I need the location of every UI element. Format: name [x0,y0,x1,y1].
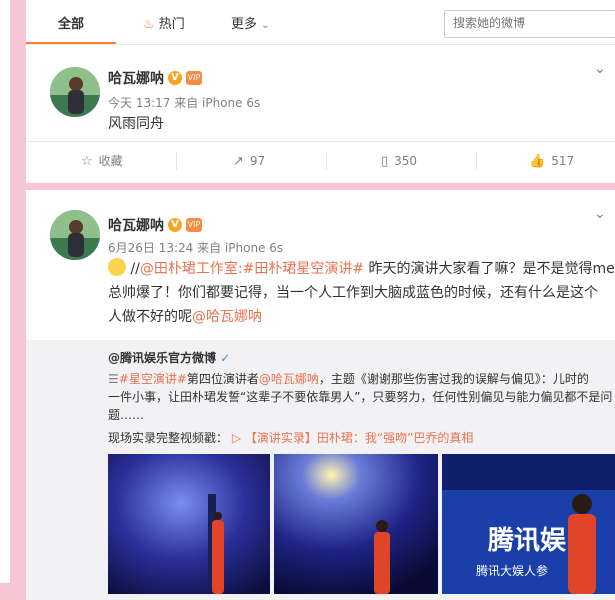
tab-bar: 全部 ♨ 热门 更多 ⌄ [26,0,615,45]
repost-line1: ，主题《谢谢那些伤害过我的误解与偏见》：儿时的 [318,372,589,386]
thumbnail-image[interactable] [274,454,438,594]
tab-hot-label: 热门 [158,17,185,32]
repost-line2: 一件小事，让田朴珺发誓“这辈子不要依靠男人”，只要努力，任何性别偏见与能力偏见都… [108,390,613,404]
verified-icon: ✓ [220,351,231,365]
repost-count: 97 [249,154,266,168]
repost-icon: ↗ [233,154,244,169]
video-link[interactable]: 【演讲实录】田朴珺：我“强吻”巴乔的真相 [245,431,473,445]
avatar-image [50,210,100,260]
author-name[interactable]: 哈瓦娜呐 [108,68,164,88]
divider [476,152,477,170]
smile-emoji-icon [108,258,126,276]
chevron-down-icon[interactable]: ⌄ [594,61,606,77]
repost-line3: 题…… [108,408,145,422]
post-text: 风雨同舟 [108,116,164,132]
chevron-down-icon: ⌄ [261,20,270,31]
avatar[interactable] [50,210,100,260]
text-line1: 昨天的演讲大家看了嘛？是不是觉得me [364,261,615,277]
search-box [444,10,615,38]
chevron-down-icon[interactable]: ⌄ [594,206,606,222]
text-prefix: // [126,261,140,277]
collect-label: 收藏 [98,154,123,168]
post-meta[interactable]: 6月26日 13:24 来自 iPhone 6s [108,239,283,256]
comment-count: 350 [394,154,418,168]
author-name[interactable]: 哈瓦娜呐 [108,215,164,235]
topic-link[interactable]: #田朴珺星空演讲# [243,261,364,277]
text-line2: 总帅爆了！你们都要记得，当一个人工作到大脑成蓝色的时候，还有什么是这个 [108,285,598,301]
vip-icon[interactable]: VIP [186,218,202,232]
mention-link[interactable]: @田朴珺工作室 [140,261,238,277]
search-input[interactable] [445,11,611,35]
stage-photo [108,454,270,594]
mention-link[interactable]: @哈瓦娜呐 [259,372,319,386]
topic-link[interactable]: #星空演讲# [119,372,187,386]
verified-icon: V [168,71,182,85]
post-card: 哈瓦娜呐 V VIP 6月26日 13:24 来自 iPhone 6s ⌄ //… [26,190,615,600]
watermark: 腾讯娱 [488,526,567,556]
text-line3: 人做不好的呢 [108,309,192,325]
repost-button[interactable]: ↗ 97 [233,142,265,180]
verified-icon: V [168,218,182,232]
flame-icon: ♨ [143,17,155,32]
thumbs-up-icon: 👍 [529,154,546,169]
sidebar-edge [0,0,10,583]
comment-icon: ▯ [381,154,389,169]
play-icon: ▷ [231,431,242,445]
divider [326,152,327,170]
vip-icon[interactable]: VIP [186,71,202,85]
post-text: //@田朴珺工作室:#田朴珺星空演讲# 昨天的演讲大家看了嘛？是不是觉得me 总… [108,257,615,329]
video-label: 现场实录完整视频戳： [108,431,229,445]
post-meta[interactable]: 今天 13:17 来自 iPhone 6s [108,94,260,111]
audio-icon: ☰ [108,372,119,386]
like-count: 517 [551,154,575,168]
tab-hot[interactable]: ♨ 热门 [143,0,185,44]
comment-button[interactable]: ▯ 350 [381,142,417,180]
collect-button[interactable]: ☆ 收藏 [81,142,123,180]
avatar[interactable] [50,67,100,117]
thumbnail-image[interactable] [108,454,270,594]
action-bar: ☆ 收藏 ↗ 97 ▯ 350 👍 517 [26,141,615,180]
divider [176,152,177,170]
star-icon: ☆ [81,154,93,169]
repost-author[interactable]: @腾讯娱乐官方微博 [108,351,216,365]
avatar-image [50,67,100,117]
tab-more[interactable]: 更多 ⌄ [231,0,270,44]
stage-photo [274,454,438,594]
tab-more-label: 更多 [231,17,258,32]
mention-link[interactable]: @哈瓦娜呐 [192,309,262,325]
repost-line1-mid: 第四位演讲者 [186,372,259,386]
repost-text: ☰#星空演讲#第四位演讲者@哈瓦娜呐，主题《谢谢那些伤害过我的误解与偏见》：儿时… [108,370,615,424]
tab-all[interactable]: 全部 [26,0,116,44]
watermark-subtext: 腾讯大娱人参 [476,564,549,578]
like-button[interactable]: 👍 517 [529,142,574,180]
tab-all-label: 全部 [57,17,84,32]
post-card: 哈瓦娜呐 V VIP 今天 13:17 来自 iPhone 6s ⌄ 风雨同舟 … [26,45,615,183]
